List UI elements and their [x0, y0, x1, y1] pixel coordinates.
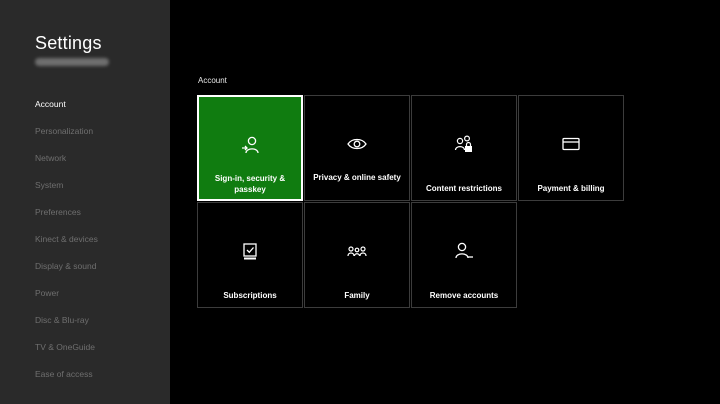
sidebar-item-tv-oneguide[interactable]: TV & OneGuide — [35, 342, 95, 352]
tile-label: Privacy & online safety — [313, 173, 401, 182]
tile-label: Remove accounts — [429, 291, 499, 300]
gamertag-blurred — [35, 58, 109, 66]
sidebar-item-preferences[interactable]: Preferences — [35, 207, 81, 217]
sidebar-item-personalization[interactable]: Personalization — [35, 126, 93, 136]
settings-sidebar: Settings Account Personalization Network… — [0, 0, 170, 404]
account-tiles-grid: Sign-in, security & passkey Privacy & on… — [197, 95, 625, 308]
tile-family[interactable]: Family — [304, 202, 410, 308]
credit-card-icon — [519, 134, 623, 154]
tile-content-restrictions[interactable]: Content restrictions — [411, 95, 517, 201]
sidebar-item-power[interactable]: Power — [35, 288, 59, 298]
tile-label: Sign-in, security & passkey — [214, 174, 286, 194]
family-icon — [305, 241, 409, 261]
tile-privacy-online-safety[interactable]: Privacy & online safety — [304, 95, 410, 201]
tile-remove-accounts[interactable]: Remove accounts — [411, 202, 517, 308]
tile-sign-in-security[interactable]: Sign-in, security & passkey — [197, 95, 303, 201]
sidebar-item-network[interactable]: Network — [35, 153, 66, 163]
sidebar-item-kinect-devices[interactable]: Kinect & devices — [35, 234, 98, 244]
people-lock-icon — [412, 134, 516, 154]
remove-person-icon — [412, 241, 516, 261]
subscription-check-icon — [198, 241, 302, 261]
sidebar-item-system[interactable]: System — [35, 180, 63, 190]
sidebar-item-ease-of-access[interactable]: Ease of access — [35, 369, 93, 379]
tile-label: Content restrictions — [425, 184, 502, 193]
settings-screen: Settings Account Personalization Network… — [0, 0, 720, 404]
tile-label: Payment & billing — [537, 184, 605, 193]
tile-payment-billing[interactable]: Payment & billing — [518, 95, 624, 201]
sidebar-title: Settings — [35, 33, 102, 53]
sidebar-item-display-sound[interactable]: Display & sound — [35, 261, 96, 271]
sign-in-person-icon — [199, 135, 301, 155]
tile-label: Family — [344, 291, 370, 300]
eye-icon — [305, 134, 409, 154]
tile-subscriptions[interactable]: Subscriptions — [197, 202, 303, 308]
section-label: Account — [198, 76, 227, 85]
sidebar-item-account[interactable]: Account — [35, 99, 66, 109]
sidebar-item-disc-bluray[interactable]: Disc & Blu-ray — [35, 315, 89, 325]
tile-label: Subscriptions — [223, 291, 277, 300]
